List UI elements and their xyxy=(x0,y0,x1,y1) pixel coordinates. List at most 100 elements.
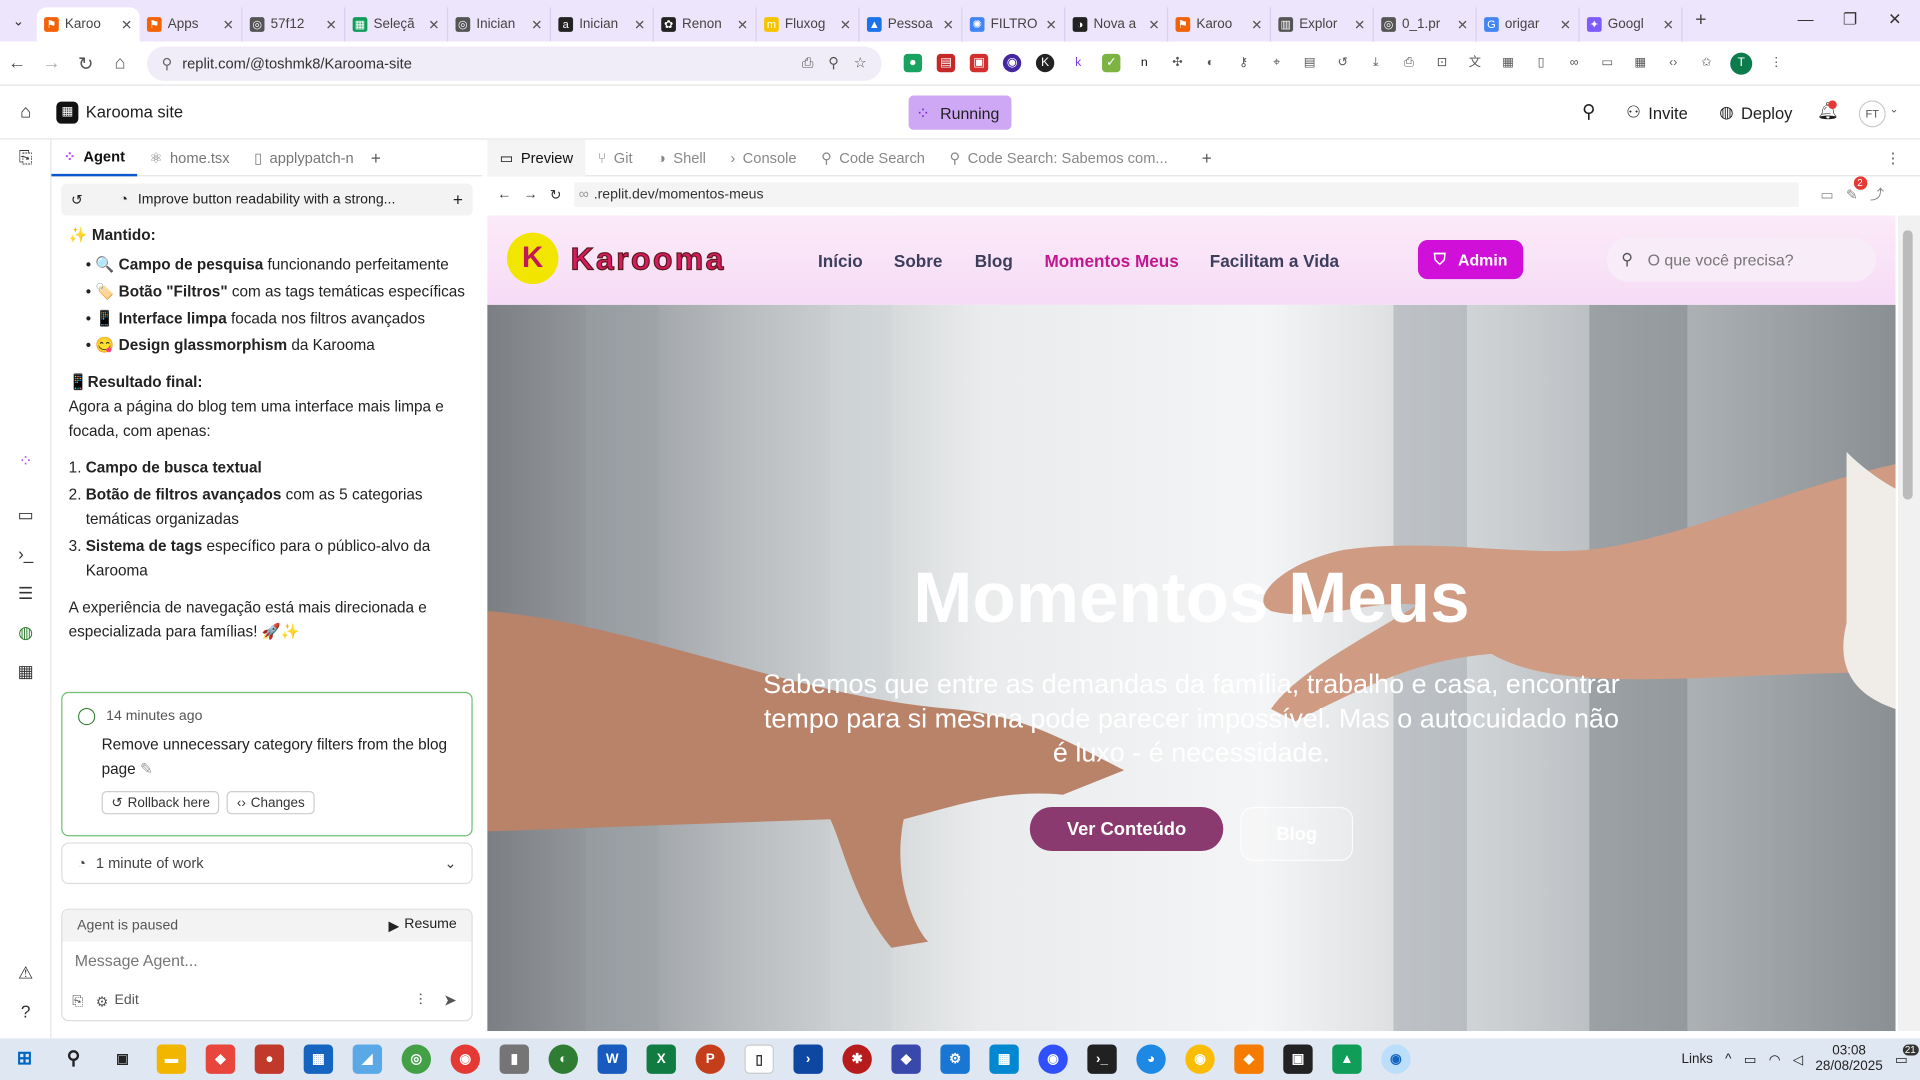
google-drive-icon[interactable]: ▲ xyxy=(1332,1044,1362,1074)
app-icon[interactable]: ◕ xyxy=(1136,1044,1166,1074)
open-external-icon[interactable]: ⤴ xyxy=(1870,185,1884,205)
browser-tab[interactable]: ⚑ Karoo ✕ xyxy=(1168,7,1272,42)
close-tab-icon[interactable]: ✕ xyxy=(1148,17,1159,33)
admin-button[interactable]: ⛉ Admin xyxy=(1417,240,1524,280)
help-icon[interactable]: ? xyxy=(15,1002,37,1024)
tab-code-search-2[interactable]: ⚲ Code Search: Sabemos com... xyxy=(937,139,1194,176)
extension-icon[interactable]: ◉ xyxy=(1002,53,1022,73)
zoom-icon[interactable]: ⚲ xyxy=(828,54,839,72)
edit-button[interactable]: ⚙ Edit xyxy=(96,993,139,1010)
url-field[interactable]: ⚲ replit.com/@toshmk8/Karooma-site ⎙ ⚲ ☆ xyxy=(146,45,882,81)
devtools-wrench-icon[interactable]: ✎ 2 xyxy=(1846,176,1867,203)
reading-mode-icon[interactable]: ▯ xyxy=(1531,53,1551,73)
wifi-icon[interactable]: ◠ xyxy=(1769,1051,1781,1067)
print-icon[interactable]: ⎙ xyxy=(1399,53,1418,73)
install-icon[interactable]: ⎙ xyxy=(802,54,814,72)
app-icon[interactable]: ◆ xyxy=(891,1044,921,1074)
globe-icon[interactable]: ◍ xyxy=(15,622,37,644)
terminal-icon[interactable]: ›_ xyxy=(1087,1044,1117,1074)
cast-icon[interactable]: ▭ xyxy=(1597,53,1617,73)
app-icon[interactable]: ● xyxy=(254,1044,285,1074)
pencil-icon[interactable]: ✎ xyxy=(140,760,153,777)
close-tab-icon[interactable]: ✕ xyxy=(1457,17,1468,33)
site-info-icon[interactable]: ⚲ xyxy=(162,54,173,71)
minimize-icon[interactable]: — xyxy=(1798,10,1814,28)
tab-search-icon[interactable]: ⌄ xyxy=(0,13,37,29)
browser-tab[interactable]: ✺ FILTRO ✕ xyxy=(962,7,1066,42)
settings-sliders-icon[interactable]: ⫶ xyxy=(418,991,422,1011)
apps-grid-icon[interactable]: ▦ xyxy=(15,661,37,683)
search-icon[interactable]: ⚲ xyxy=(1582,100,1595,123)
notification-center-icon[interactable]: ▭ 21 xyxy=(1895,1043,1919,1067)
rollback-button[interactable]: ↺ Rollback here xyxy=(101,791,220,815)
volume-icon[interactable]: ◁ xyxy=(1793,1051,1803,1067)
browser-tab[interactable]: ⚑ Apps ✕ xyxy=(140,7,243,42)
site-logo-text[interactable]: Karooma xyxy=(570,239,726,278)
blog-button[interactable]: Blog xyxy=(1240,806,1354,861)
nav-inicio[interactable]: Início xyxy=(818,251,863,271)
extension-icon[interactable]: n xyxy=(1135,53,1154,73)
app-icon[interactable]: ✱ xyxy=(842,1044,872,1074)
browser-tab[interactable]: ✦ Googl ✕ xyxy=(1580,7,1683,42)
reading-list-icon[interactable]: ▤ xyxy=(1300,53,1319,73)
app-icon[interactable]: ◢ xyxy=(352,1044,383,1074)
deploy-button[interactable]: ◍ Deploy xyxy=(1709,96,1802,130)
nav-blog[interactable]: Blog xyxy=(975,251,1013,271)
incognito-icon[interactable]: ◐ xyxy=(1201,53,1220,73)
extension-icon[interactable]: ▤ xyxy=(936,53,956,73)
devtools-icon[interactable]: ‹› xyxy=(1664,53,1683,73)
link-icon[interactable]: ∞ xyxy=(1564,53,1584,73)
close-tab-icon[interactable]: ✕ xyxy=(1251,17,1262,33)
links-label[interactable]: Links xyxy=(1681,1052,1712,1067)
menu-icon[interactable]: ⋮ xyxy=(1766,53,1786,73)
scrollbar-thumb[interactable] xyxy=(1902,230,1913,500)
browser-tab[interactable]: ◑ Nova a ✕ xyxy=(1065,7,1169,42)
attach-icon[interactable]: ⎘ xyxy=(72,994,83,1010)
word-icon[interactable]: W xyxy=(597,1044,627,1074)
devices-icon[interactable]: ▭ xyxy=(1820,186,1833,204)
file-explorer-icon[interactable]: ▬ xyxy=(156,1044,187,1074)
app-icon[interactable]: ⚙ xyxy=(940,1044,970,1074)
browser-tab[interactable]: ✿ Renon ✕ xyxy=(654,7,757,42)
forward-icon[interactable]: → xyxy=(34,53,68,74)
ver-conteudo-button[interactable]: Ver Conteúdo xyxy=(1029,806,1224,852)
close-tab-icon[interactable]: ✕ xyxy=(428,17,439,33)
chevron-down-icon[interactable]: ⌄ xyxy=(1889,103,1898,116)
tab-applypatch[interactable]: ▯ applypatch-n xyxy=(242,139,366,176)
app-icon[interactable]: ◆ xyxy=(205,1044,236,1074)
translate-icon[interactable]: 文 xyxy=(1465,53,1485,73)
tab-home-tsx[interactable]: ⚛ home.tsx xyxy=(137,139,242,176)
chrome-active-icon[interactable]: ◉ xyxy=(1381,1044,1411,1074)
bookmark-star-icon[interactable]: ☆ xyxy=(854,54,867,72)
browser-tab[interactable]: Gorigar ✕ xyxy=(1477,7,1580,42)
puzzle-icon[interactable]: ✣ xyxy=(1168,53,1187,73)
tab-code-search[interactable]: ⚲ Code Search xyxy=(809,139,937,176)
alerts-icon[interactable]: ⚠︎ xyxy=(15,962,37,984)
replit-agent-icon[interactable]: ⁘ xyxy=(15,451,37,473)
back-icon[interactable]: ← xyxy=(0,53,34,74)
powershell-icon[interactable]: › xyxy=(793,1044,823,1074)
home-icon[interactable]: ⌂ xyxy=(0,102,51,123)
app-icon[interactable]: ◎ xyxy=(401,1044,432,1074)
user-avatar[interactable]: FT xyxy=(1858,100,1886,128)
screenshot-icon[interactable]: ⊡ xyxy=(1432,53,1452,73)
close-tab-icon[interactable]: ✕ xyxy=(943,17,954,33)
reload-icon[interactable]: ↻ xyxy=(550,186,562,204)
preview-scrollbar[interactable] xyxy=(1897,215,1920,1032)
app-icon[interactable]: ◉ xyxy=(1038,1044,1068,1074)
files-icon[interactable]: ⎘ xyxy=(15,147,37,169)
karooma-logo-icon[interactable]: K xyxy=(506,232,559,285)
windows-start-icon[interactable]: ⊞ xyxy=(10,1044,39,1073)
terminal-icon[interactable]: ›_ xyxy=(15,544,37,566)
forward-icon[interactable]: → xyxy=(523,187,537,202)
notepad-icon[interactable]: ▯ xyxy=(744,1044,774,1074)
key-icon[interactable]: ⚷ xyxy=(1234,53,1253,73)
browser-tab[interactable]: ◎ 0_1.pr ✕ xyxy=(1374,7,1477,42)
extension-icon[interactable]: K xyxy=(1035,53,1055,73)
close-tab-icon[interactable]: ✕ xyxy=(840,17,851,33)
favorites-icon[interactable]: ✩ xyxy=(1697,53,1716,73)
home-icon[interactable]: ⌂ xyxy=(103,53,137,74)
tab-agent[interactable]: ⁘ Agent xyxy=(51,139,138,176)
close-tab-icon[interactable]: ✕ xyxy=(1354,17,1365,33)
restore-icon[interactable]: ❐ xyxy=(1843,10,1857,30)
